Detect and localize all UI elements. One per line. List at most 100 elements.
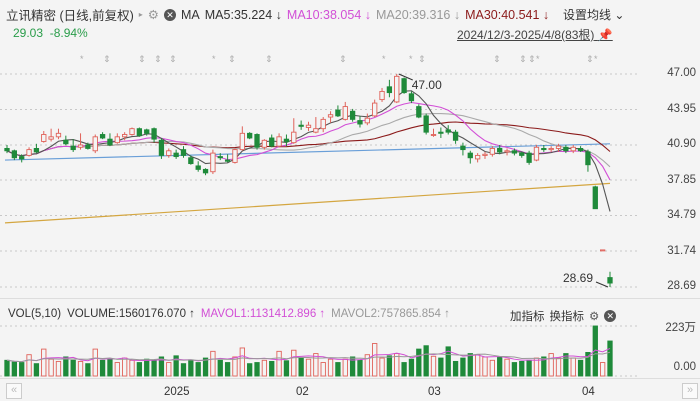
volume-bar — [320, 362, 326, 377]
candle-down — [247, 132, 253, 139]
candle-up — [533, 146, 540, 161]
candle-up — [474, 154, 481, 160]
switch-indicator-button[interactable]: 换指标 — [550, 308, 585, 324]
volume-bar — [114, 362, 120, 377]
volume-bar — [570, 357, 576, 377]
candle-up — [122, 134, 128, 138]
candle-down — [423, 115, 429, 133]
candle-up — [77, 144, 84, 148]
candle-down — [386, 86, 393, 94]
candle-up — [364, 117, 370, 124]
volume-bar — [129, 359, 135, 377]
price-axis-label: 37.85 — [667, 173, 696, 186]
volume-bar — [489, 359, 495, 377]
volume-bar — [85, 363, 91, 377]
candle-down — [217, 156, 223, 159]
candle-down — [452, 131, 459, 141]
candle-down — [607, 277, 613, 284]
candle-down — [357, 120, 363, 125]
x-label-03: 03 — [428, 386, 441, 398]
volume-bar — [269, 360, 275, 377]
candle-up — [55, 132, 62, 138]
candle-up — [291, 131, 297, 144]
candle-up — [379, 90, 385, 101]
price-chart[interactable]: 47.00 28.69 — [0, 0, 700, 401]
x-label-2025: 2025 — [164, 386, 190, 398]
volume-bar — [33, 363, 40, 377]
volume-header: VOL(5,10) VOLUME:1560176.070 ↑ MAVOL1:11… — [8, 308, 450, 320]
panel-divider — [0, 298, 700, 299]
volume-bar — [144, 358, 150, 377]
candle-down — [401, 78, 407, 94]
volume-bar — [166, 362, 172, 377]
volume-bar — [151, 359, 157, 377]
candle-up — [232, 149, 238, 163]
ma250-line — [4, 182, 611, 224]
vol-label: VOL(5,10) — [8, 308, 62, 320]
candle-down — [202, 168, 209, 174]
volume-bar — [430, 355, 437, 377]
volume-bar — [239, 347, 245, 377]
volume-bar — [372, 343, 378, 377]
volume-bar — [452, 360, 459, 377]
volume-bar — [607, 340, 613, 377]
candle-down — [497, 148, 503, 153]
candle-down — [592, 186, 598, 210]
candle-down — [224, 159, 231, 162]
candle-down — [585, 151, 591, 166]
candle-down — [70, 145, 76, 151]
candle-down — [563, 146, 569, 152]
candle-up — [504, 150, 510, 153]
volume-bar — [327, 358, 334, 377]
volume-bar — [4, 359, 10, 377]
candle-down — [158, 139, 165, 156]
volume-bar — [526, 359, 532, 377]
candle-down — [283, 138, 290, 142]
low-arrow — [595, 281, 609, 288]
candle-down — [269, 137, 275, 147]
volume-bar — [92, 348, 98, 377]
volume-bar — [423, 345, 429, 377]
candle-down — [467, 152, 473, 159]
candle-down — [63, 139, 69, 145]
candle-up — [320, 118, 326, 130]
candle-up — [599, 249, 606, 252]
add-indicator-button[interactable]: 加指标 — [510, 308, 545, 324]
candle-up — [489, 148, 495, 155]
volume-bar — [511, 362, 518, 377]
close-icon[interactable]: ✕ — [604, 310, 617, 322]
candle-down — [511, 150, 518, 154]
candle-down — [136, 128, 143, 137]
candle-up — [41, 134, 47, 142]
volume-bar — [136, 362, 143, 377]
price-axis-label: 40.90 — [667, 138, 696, 150]
candle-down — [541, 148, 547, 151]
gear-icon[interactable]: ⚙ — [589, 309, 599, 323]
volume-bar — [408, 358, 415, 377]
candle-down — [180, 149, 187, 156]
candle-down — [445, 129, 451, 133]
scroll-right-button[interactable]: » — [682, 383, 698, 399]
volume-bar — [460, 357, 466, 377]
volume-bar — [224, 362, 231, 377]
candle-up — [305, 124, 312, 128]
volume-bar — [438, 357, 444, 377]
candle-up — [48, 136, 54, 140]
candle-down — [195, 165, 201, 170]
volume-bar — [379, 357, 385, 377]
volume-axis-bottom: 0.00 — [673, 361, 696, 373]
volume-bar — [504, 358, 510, 377]
candle-up — [210, 152, 216, 173]
volume-bar — [519, 360, 525, 377]
high-label: 47.00 — [412, 78, 442, 92]
candle-up — [114, 136, 120, 144]
scroll-left-button[interactable]: « — [6, 383, 22, 399]
volume-bar — [122, 357, 128, 377]
price-axis-label: 43.95 — [667, 102, 696, 115]
volume-bar — [497, 356, 503, 377]
volume-bar — [107, 358, 113, 377]
volume-bar — [210, 350, 216, 377]
volume-bar — [217, 359, 223, 377]
candle-up — [26, 149, 32, 156]
candle-down — [577, 148, 584, 152]
